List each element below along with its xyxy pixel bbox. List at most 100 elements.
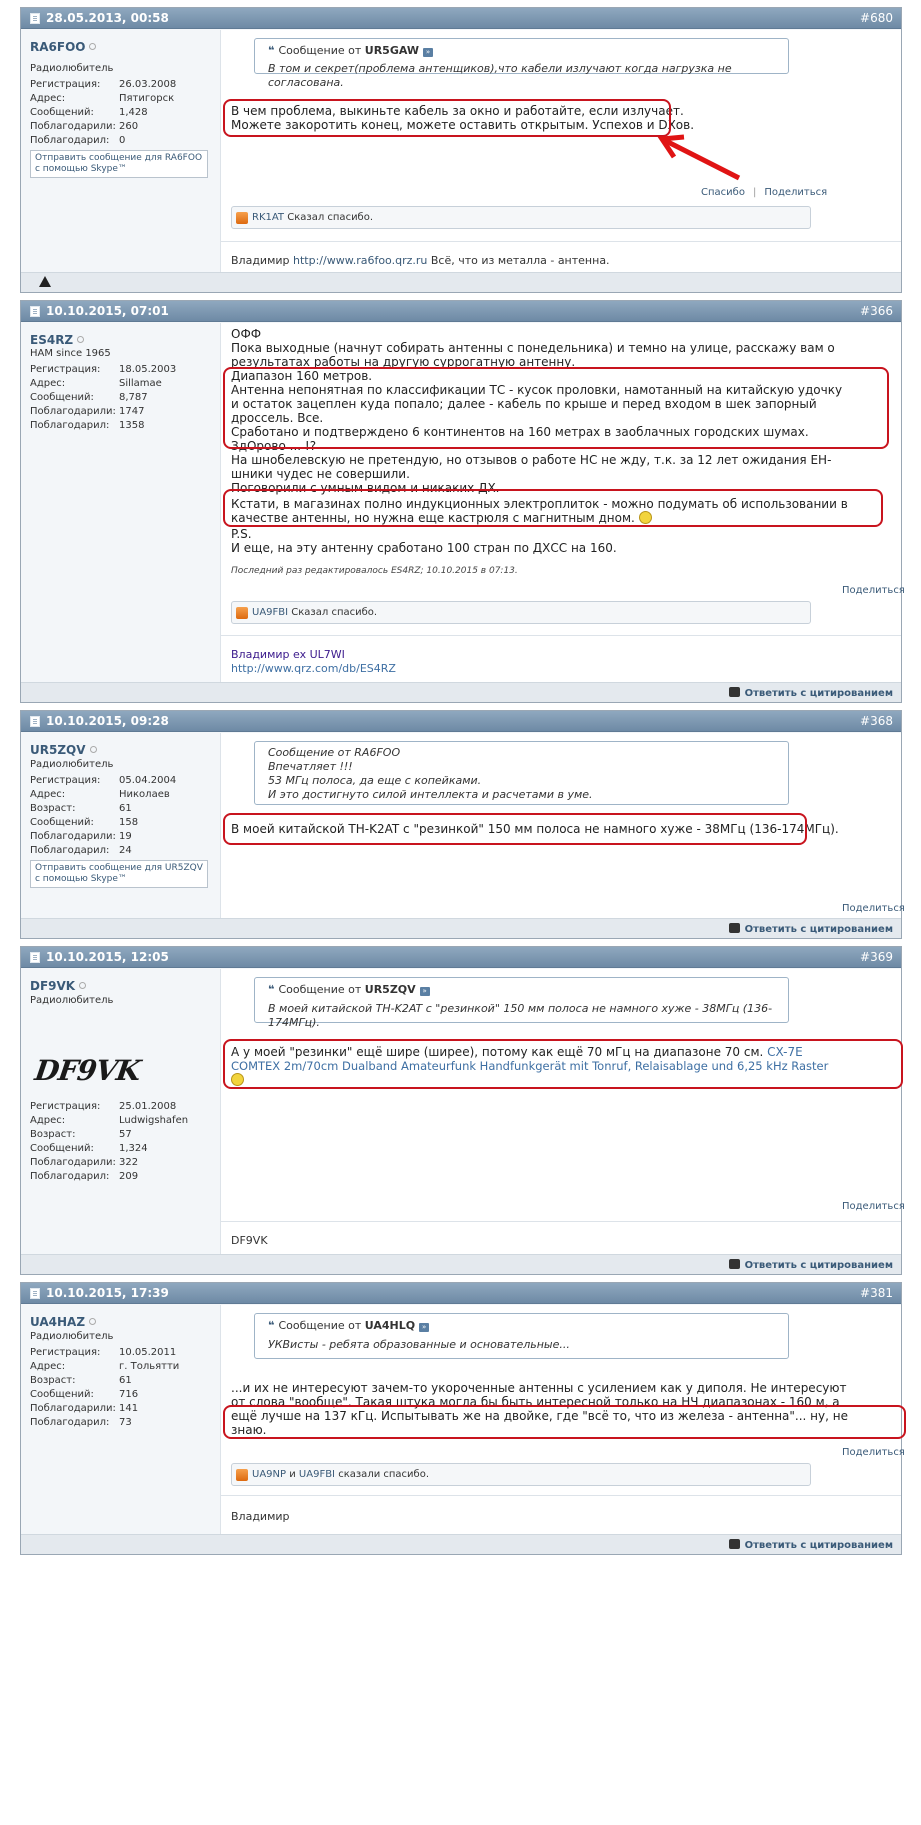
highlight-outline — [223, 489, 883, 527]
stat-registration: Регистрация: 26.03.2008 — [30, 79, 177, 90]
share-link[interactable]: Поделиться — [842, 1201, 905, 1212]
reply-with-quote-button[interactable]: Ответить с цитированием — [728, 687, 893, 699]
post-number-link[interactable]: #369 — [860, 950, 893, 964]
offline-status-icon — [89, 1318, 97, 1325]
highlight-outline — [223, 99, 671, 137]
signature-link[interactable]: http://www.ra6foo.qrz.ru — [293, 254, 427, 267]
post-actions: Поделиться — [842, 903, 905, 914]
report-warning-icon[interactable] — [39, 276, 51, 287]
post-366: 10.10.2015, 07:01 #366 ES4RZ HAM since 1… — [20, 300, 905, 703]
view-post-icon[interactable]: » — [419, 1323, 430, 1332]
view-post-icon[interactable]: » — [423, 48, 434, 57]
stat-posts: Сообщений: 1,428 — [30, 107, 148, 118]
share-link[interactable]: Поделиться — [842, 1447, 905, 1458]
thanks-box: RK1AT Сказал спасибо. — [231, 206, 811, 229]
thanks-user-link[interactable]: RK1AT — [252, 212, 284, 223]
quote-reply-icon — [728, 1539, 740, 1549]
quote-header: ❝ Сообщение от UR5GAW» — [268, 44, 434, 57]
username-link[interactable]: DF9VK — [30, 979, 87, 993]
highlight-outline — [223, 1039, 903, 1089]
signature: Владимир ex UL7WI http://www.qrz.com/db/E… — [221, 635, 901, 683]
user-title: Радиолюбитель — [30, 759, 114, 770]
stat-posts: Сообщений: 158 — [30, 817, 139, 828]
user-title: HAM since 1965 — [30, 348, 111, 359]
document-icon — [30, 306, 40, 317]
stat-address: Адрес: г. Тольятти — [30, 1361, 180, 1372]
message-line: На шнобелевскую не претендую, но отзывов… — [231, 453, 832, 467]
stat-age: Возраст: 57 — [30, 1129, 132, 1140]
skype-button[interactable]: Отправить сообщение для RA6FOO с помощью… — [30, 150, 208, 178]
offline-status-icon — [89, 746, 97, 753]
quote-line: Сообщение от RA6FOO — [268, 746, 401, 759]
document-icon — [30, 952, 40, 963]
post-number-link[interactable]: #368 — [860, 714, 893, 728]
stat-registration: Регистрация: 05.04.2004 — [30, 775, 177, 786]
thanks-icon — [236, 607, 248, 619]
red-arrow-icon — [657, 134, 741, 181]
message-line: ОФФ — [231, 327, 262, 341]
post-footer: Ответить с цитированием — [21, 918, 901, 938]
reply-with-quote-button[interactable]: Ответить с цитированием — [728, 1539, 893, 1551]
quote-reply-icon — [728, 923, 740, 933]
quote-line: Впечатляет !!! — [268, 760, 353, 773]
highlight-outline — [223, 367, 889, 449]
username-link[interactable]: UA4HAZ — [30, 1315, 97, 1329]
reply-with-quote-button[interactable]: Ответить с цитированием — [728, 1259, 893, 1271]
share-link[interactable]: Поделиться — [764, 187, 827, 198]
quote-reply-icon — [728, 1259, 740, 1269]
signature: Владимир — [221, 1495, 901, 1535]
share-link[interactable]: Поделиться — [842, 585, 905, 596]
post-actions: Поделиться — [842, 585, 905, 596]
message-line: шники чудес не совершили. — [231, 467, 410, 481]
skype-button[interactable]: Отправить сообщение для UR5ZQV с помощью… — [30, 860, 208, 888]
quote-header: ❝ Сообщение от UA4HLQ» — [268, 1319, 430, 1332]
quote-line: И это достигнуто силой интеллекта и расч… — [268, 788, 593, 801]
thanks-link[interactable]: Спасибо — [701, 187, 745, 198]
signature: DF9VK — [221, 1221, 901, 1256]
post-number-link[interactable]: #366 — [860, 304, 893, 318]
quote-icon: ❝ — [268, 1319, 275, 1332]
view-post-icon[interactable]: » — [419, 987, 430, 996]
quote-icon: ❝ — [268, 983, 275, 996]
post-header: 10.10.2015, 09:28 #368 — [21, 711, 901, 732]
document-icon — [30, 1288, 40, 1299]
post-368: 10.10.2015, 09:28 #368 UR5ZQV Радиолюбит… — [20, 710, 905, 939]
thanks-box: UA9NP и UA9FBI сказали спасибо. — [231, 1463, 811, 1486]
user-title: Радиолюбитель — [30, 1331, 114, 1342]
username-link[interactable]: UR5ZQV — [30, 743, 97, 757]
quote-header: ❝ Сообщение от UR5ZQV» — [268, 983, 430, 996]
username-link[interactable]: ES4RZ — [30, 333, 85, 347]
post-content: Сообщение от RA6FOO Впечатляет !!! 53 МГ… — [220, 733, 905, 938]
post-footer: Ответить с цитированием — [21, 682, 901, 702]
post-content: ОФФ Пока выходные (начнут собирать антен… — [220, 323, 905, 702]
user-info: ES4RZ HAM since 1965 Регистрация: 18.05.2… — [21, 323, 220, 702]
share-link[interactable]: Поделиться — [842, 903, 905, 914]
stat-address: Адрес: Николаев — [30, 789, 170, 800]
thanks-icon — [236, 1469, 248, 1481]
post-number-link[interactable]: #680 — [860, 11, 893, 25]
signature-link[interactable]: http://www.qrz.com/db/ES4RZ — [231, 662, 396, 675]
post-actions: Поделиться — [842, 1201, 905, 1212]
reply-with-quote-button[interactable]: Ответить с цитированием — [728, 923, 893, 935]
post-date: 10.10.2015, 17:39 — [46, 1286, 169, 1300]
document-icon — [30, 13, 40, 24]
thanks-user-link[interactable]: UA9FBI — [252, 607, 288, 618]
username-link[interactable]: RA6FOO — [30, 40, 97, 54]
post-date: 10.10.2015, 12:05 — [46, 950, 169, 964]
thanks-user-link[interactable]: UA9FBI — [299, 1469, 335, 1480]
stat-registration: Регистрация: 10.05.2011 — [30, 1347, 177, 1358]
user-info: UR5ZQV Радиолюбитель Регистрация: 05.04.2… — [21, 733, 220, 938]
quote-box: Сообщение от RA6FOO Впечатляет !!! 53 МГ… — [254, 741, 789, 805]
offline-status-icon — [79, 982, 87, 989]
highlight-outline — [223, 813, 807, 845]
stat-age: Возраст: 61 — [30, 1375, 132, 1386]
post-680: 28.05.2013, 00:58 #680 RA6FOO Радиолюбит… — [20, 7, 902, 293]
stat-thanked: Поблагодарили: 322 — [30, 1157, 139, 1168]
quote-box: ❝ Сообщение от UR5ZQV» В моей китайской T… — [254, 977, 789, 1029]
quote-text: В том и секрет(проблема антенщиков),что … — [268, 62, 732, 89]
post-number-link[interactable]: #381 — [860, 1286, 893, 1300]
thanks-user-link[interactable]: UA9NP — [252, 1469, 286, 1480]
stat-thanks-given: Поблагодарил: 209 — [30, 1171, 139, 1182]
stat-thanks-given: Поблагодарил: 0 — [30, 135, 126, 146]
post-date: 10.10.2015, 09:28 — [46, 714, 169, 728]
